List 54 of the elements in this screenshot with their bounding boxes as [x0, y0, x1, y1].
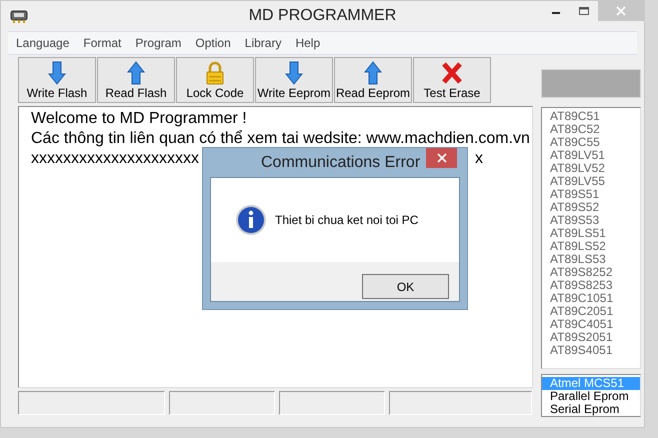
log-line: xxxxxxxxxxxxxxxxxxxxx: [31, 149, 199, 167]
ok-button[interactable]: OK: [362, 274, 449, 299]
list-item[interactable]: AT89S8252: [550, 266, 640, 279]
log-line: x: [475, 149, 483, 167]
error-message: Thiet bi chua ket noi toi PC: [275, 213, 418, 227]
list-item[interactable]: AT89LV52: [550, 162, 640, 175]
list-item[interactable]: AT89C2051: [550, 305, 640, 318]
list-item[interactable]: AT89LS53: [550, 253, 640, 266]
toolbar-button[interactable]: Write Eeprom: [255, 57, 333, 103]
maximize-icon: [578, 6, 590, 16]
toolbar-button[interactable]: Test Erase: [413, 57, 491, 103]
menu-item[interactable]: Library: [244, 36, 282, 50]
log-line: Welcome to MD Programmer !: [31, 109, 247, 127]
dialog-title: Communications Error: [261, 154, 420, 172]
list-item[interactable]: AT89C55: [550, 136, 640, 149]
down-arrow-icon: [285, 61, 303, 85]
menu-item[interactable]: Program: [135, 36, 182, 50]
menu-item[interactable]: Option: [195, 36, 231, 50]
close-icon: [616, 6, 626, 16]
toolbar-button[interactable]: Lock Code: [176, 57, 254, 103]
cross-icon: [441, 61, 463, 85]
list-item[interactable]: AT89S4051: [550, 344, 640, 357]
toolbar-button[interactable]: Read Flash: [97, 57, 175, 103]
list-item[interactable]: AT89C4051: [550, 318, 640, 331]
up-arrow-icon: [127, 61, 145, 85]
list-item[interactable]: AT89S8253: [550, 279, 640, 292]
list-item[interactable]: AT89LV51: [550, 149, 640, 162]
padlock-icon: [206, 61, 224, 85]
list-item[interactable]: Serial Eprom: [542, 403, 640, 416]
info-icon: [235, 204, 267, 236]
toolbar-button[interactable]: Write Flash: [18, 57, 96, 103]
list-item[interactable]: AT89C52: [550, 123, 640, 136]
list-item[interactable]: AT89S53: [550, 214, 640, 227]
toolbar-button[interactable]: Read Eeprom: [334, 57, 412, 103]
log-line: Các thông tin liên quan có thể xem tai wedsite: www.machdien.com.vn: [31, 129, 530, 147]
menu-item[interactable]: Language: [16, 36, 70, 50]
list-item[interactable]: AT89S2051: [550, 331, 640, 344]
window-title: MD PROGRAMMER: [248, 7, 396, 25]
list-item[interactable]: Atmel MCS51: [542, 377, 640, 390]
chip-icon: [9, 8, 29, 24]
list-item[interactable]: AT89LS52: [550, 240, 640, 253]
list-item[interactable]: AT89C51: [550, 110, 640, 123]
down-arrow-icon: [48, 61, 66, 85]
close-icon: [436, 153, 446, 163]
up-arrow-icon: [364, 61, 382, 85]
menu-item[interactable]: Format: [83, 36, 122, 50]
list-item[interactable]: AT89S51: [550, 188, 640, 201]
list-item[interactable]: AT89S52: [550, 201, 640, 214]
menu-item[interactable]: Help: [295, 36, 320, 50]
list-item[interactable]: Parallel Eprom: [542, 390, 640, 403]
close-button[interactable]: [426, 148, 457, 168]
list-item[interactable]: AT89LS51: [550, 227, 640, 240]
list-item[interactable]: AT89LV55: [550, 175, 640, 188]
list-item[interactable]: AT89C1051: [550, 292, 640, 305]
